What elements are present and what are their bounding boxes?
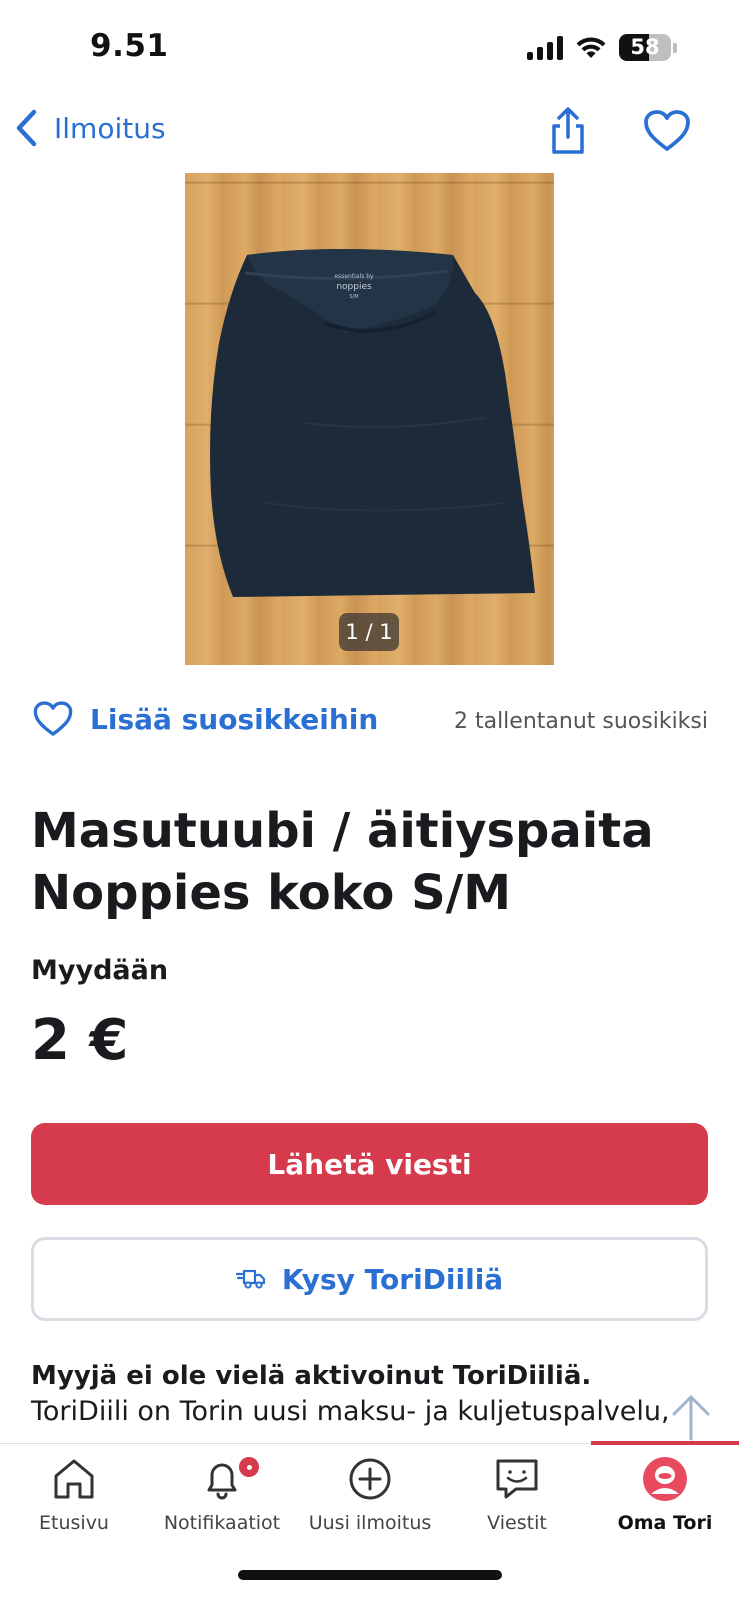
- share-button[interactable]: [545, 106, 591, 156]
- tab-label: Viestit: [487, 1512, 547, 1534]
- arrow-up-icon: [672, 1395, 710, 1441]
- tab-uusi-ilmoitus[interactable]: Uusi ilmoitus: [296, 1456, 444, 1534]
- ask-toridiili-label: Kysy ToriDiiliä: [281, 1262, 504, 1296]
- tab-viestit[interactable]: Viestit: [443, 1456, 591, 1534]
- add-to-favorites-label: Lisää suosikkeihin: [90, 702, 379, 736]
- tab-label: Oma Tori: [617, 1512, 713, 1534]
- back-label: Ilmoitus: [54, 111, 166, 145]
- wifi-icon: [576, 36, 606, 58]
- ask-toridiili-button[interactable]: Kysy ToriDiiliä: [31, 1237, 708, 1321]
- seller-info-heading: Myyjä ei ole vielä aktivoinut ToriDiiliä…: [31, 1361, 592, 1391]
- send-message-label: Lähetä viesti: [267, 1147, 472, 1181]
- product-image[interactable]: essentials by noppies S/M 1 / 1: [185, 173, 554, 665]
- tab-label: Uusi ilmoitus: [308, 1512, 432, 1534]
- price: 2 €: [31, 1008, 129, 1073]
- battery-level: 58: [630, 35, 660, 59]
- chat-icon: [496, 1459, 538, 1499]
- brand-print-top: essentials by: [334, 273, 374, 280]
- scroll-to-top-button[interactable]: [666, 1392, 716, 1442]
- top-nav-bar: Ilmoitus: [0, 100, 739, 168]
- favorites-count: 2 tallentanut suosikiksi: [453, 709, 708, 734]
- avatar-icon: [643, 1457, 687, 1501]
- add-to-favorites-button[interactable]: Lisää suosikkeihin: [32, 699, 378, 739]
- cellular-signal-icon: [527, 35, 563, 60]
- status-time: 9.51: [90, 28, 169, 64]
- tab-label: Etusivu: [39, 1512, 109, 1534]
- battery-icon: 58: [619, 34, 671, 61]
- battery-cap: [673, 42, 677, 53]
- delivery-truck-icon: [235, 1269, 265, 1289]
- sale-type: Myydään: [31, 955, 169, 986]
- status-bar: 9.51 58: [0, 0, 739, 100]
- tab-oma-tori[interactable]: Oma Tori: [591, 1456, 739, 1534]
- image-counter: 1 / 1: [339, 613, 399, 651]
- tab-notifikaatiot[interactable]: Notifikaatiot: [148, 1454, 296, 1534]
- skirt-photo: essentials by noppies S/M: [210, 249, 535, 597]
- send-message-button[interactable]: Lähetä viesti: [31, 1123, 708, 1205]
- notification-badge: [236, 1454, 262, 1480]
- size-print: S/M: [349, 294, 358, 300]
- plus-circle-icon: [349, 1458, 391, 1500]
- listing-title: Masutuubi / äitiyspaita Noppies koko S/M: [31, 803, 654, 921]
- heart-icon: [33, 701, 73, 736]
- tab-label: Notifikaatiot: [163, 1512, 281, 1534]
- heart-icon: [644, 110, 690, 151]
- share-icon: [552, 107, 584, 154]
- active-tab-indicator: [591, 1441, 739, 1445]
- chevron-left-icon: [16, 109, 37, 147]
- brand-print: noppies: [336, 282, 372, 292]
- back-button[interactable]: Ilmoitus: [14, 108, 166, 148]
- status-icons: 58: [527, 34, 677, 61]
- favorite-button[interactable]: [642, 108, 692, 154]
- favorites-row: Lisää suosikkeihin 2 tallentanut suosiki…: [0, 697, 739, 749]
- home-indicator: [238, 1570, 502, 1580]
- tab-etusivu[interactable]: Etusivu: [0, 1456, 148, 1534]
- home-icon: [54, 1459, 94, 1499]
